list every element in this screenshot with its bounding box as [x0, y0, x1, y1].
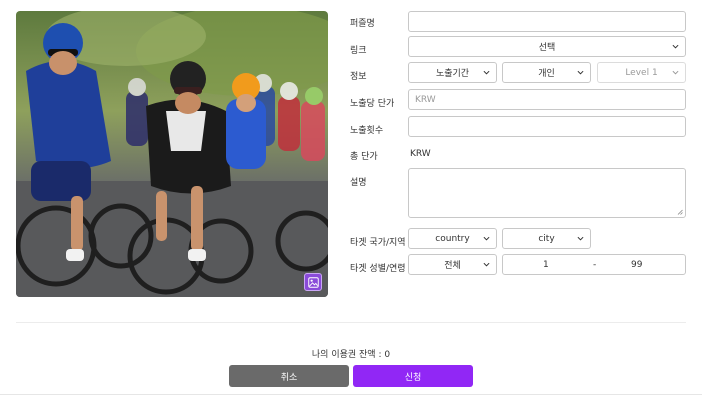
image-upload-button[interactable] [304, 273, 322, 291]
link-select[interactable]: 선택 [408, 36, 686, 57]
ad-name-label: 퍼즐명 [350, 19, 375, 29]
unit-price-input[interactable]: KRW [408, 89, 686, 110]
type-select[interactable]: 개인 [502, 62, 591, 83]
age-separator: - [593, 260, 597, 270]
info-label: 정보 [350, 72, 367, 82]
count-label: 노출횟수 [350, 126, 384, 136]
cancel-button[interactable]: 취소 [229, 365, 349, 387]
chevron-down-icon [577, 236, 584, 241]
age-max-value: 99 [631, 260, 643, 270]
country-select[interactable]: country [408, 228, 497, 249]
chevron-down-icon [483, 70, 490, 75]
description-textarea[interactable] [408, 168, 686, 218]
description-label: 설명 [350, 178, 367, 188]
resize-handle-icon[interactable] [677, 209, 683, 215]
age-min-value: 1 [543, 260, 549, 270]
chevron-down-icon [483, 236, 490, 241]
chevron-down-icon [672, 70, 679, 75]
unit-price-placeholder: KRW [415, 95, 436, 105]
type-select-value: 개인 [538, 69, 555, 79]
image-icon [307, 276, 319, 288]
chevron-down-icon [483, 262, 490, 267]
target-gender-age-label: 타겟 성별/연령 [350, 264, 406, 274]
gender-select[interactable]: 전체 [408, 254, 497, 275]
period-select-value: 노출기간 [435, 69, 470, 79]
section-divider [16, 322, 686, 323]
unit-price-label: 노출당 단가 [350, 99, 395, 109]
ad-image-preview [16, 11, 328, 297]
period-select[interactable]: 노출기간 [408, 62, 497, 83]
chevron-down-icon [577, 70, 584, 75]
country-select-value: country [435, 233, 470, 244]
ticket-balance: 나의 이용권 잔액 : 0 [311, 350, 391, 360]
target-region-label: 타겟 국가/지역 [350, 238, 406, 248]
link-label: 링크 [350, 46, 367, 56]
count-input[interactable] [408, 116, 686, 137]
city-select-value: city [538, 233, 555, 244]
total-price-label: 총 단가 [350, 152, 378, 162]
city-select[interactable]: city [502, 228, 591, 249]
chevron-down-icon [672, 44, 679, 49]
apply-button[interactable]: 신청 [353, 365, 473, 387]
bottom-divider [0, 394, 702, 395]
level-select-value: Level 1 [625, 67, 658, 78]
ad-name-input[interactable] [408, 11, 686, 32]
link-select-value: 선택 [538, 43, 556, 53]
cyclists-photo [16, 11, 328, 297]
level-select[interactable]: Level 1 [597, 62, 686, 83]
age-range-input[interactable]: 1 - 99 [502, 254, 686, 275]
total-price-value: KRW [410, 149, 431, 159]
gender-select-value: 전체 [444, 261, 461, 271]
